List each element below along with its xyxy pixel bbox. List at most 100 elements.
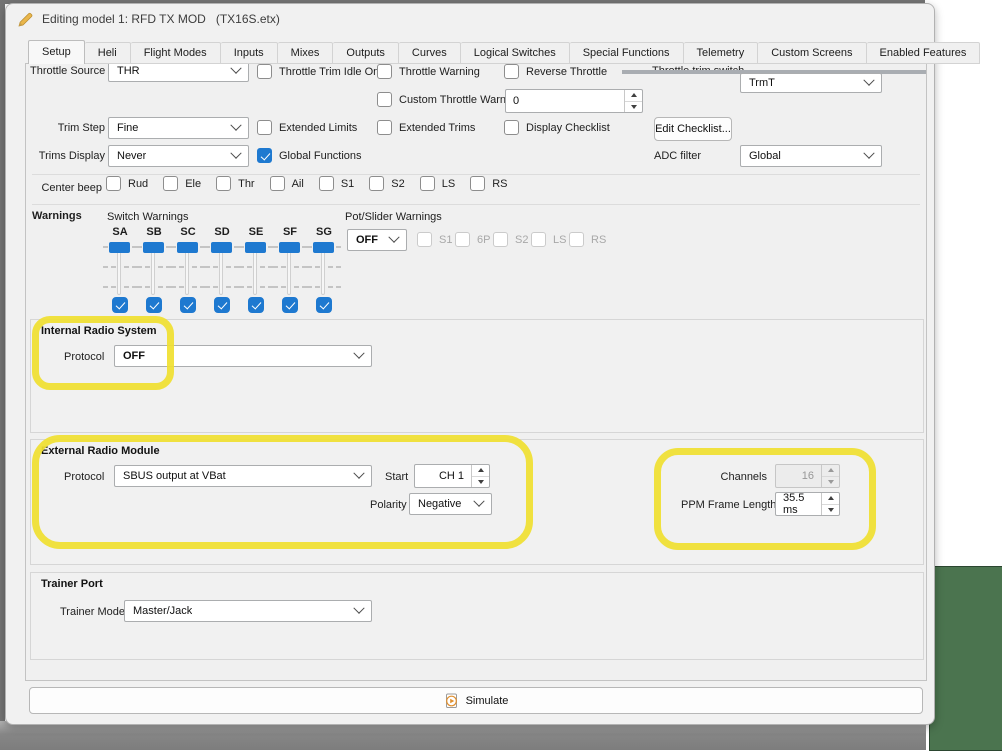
- switch-warning-checkbox[interactable]: [282, 297, 298, 313]
- slider-handle[interactable]: [313, 242, 334, 253]
- switch-warning-checkbox[interactable]: [146, 297, 162, 313]
- center-beep-thr-checkbox[interactable]: Thr: [216, 176, 255, 191]
- switch-position-slider[interactable]: [239, 241, 273, 297]
- start-channel-spinner[interactable]: CH 1: [414, 464, 490, 488]
- spinner-arrows[interactable]: [821, 493, 839, 515]
- tab-flight-modes[interactable]: Flight Modes: [130, 42, 221, 64]
- switch-position-slider[interactable]: [103, 241, 137, 297]
- tab-inputs[interactable]: Inputs: [220, 42, 278, 64]
- tab-mixes[interactable]: Mixes: [277, 42, 334, 64]
- polarity-select[interactable]: Negative: [409, 493, 492, 515]
- custom-throttle-warning-spinner[interactable]: 0: [505, 89, 643, 113]
- edit-checklist-button[interactable]: Edit Checklist...: [654, 117, 732, 141]
- tab-curves[interactable]: Curves: [398, 42, 461, 64]
- extended-limits-checkbox[interactable]: Extended Limits: [257, 120, 357, 135]
- throttle-warning-checkbox[interactable]: Throttle Warning: [377, 64, 480, 79]
- center-beep-ls-checkbox[interactable]: LS: [419, 176, 455, 191]
- checkbox-icon: [216, 176, 232, 191]
- slider-handle[interactable]: [245, 242, 266, 253]
- pot-warning-ls-checkbox[interactable]: LS: [531, 232, 566, 247]
- tab-enabled-features[interactable]: Enabled Features: [866, 42, 981, 64]
- slider-handle[interactable]: [109, 242, 130, 253]
- ppm-frame-length-spinner[interactable]: 35.5 ms: [775, 492, 840, 516]
- center-beep-s1-checkbox[interactable]: S1: [318, 176, 354, 191]
- slider-handle[interactable]: [279, 242, 300, 253]
- switch-position-slider[interactable]: [171, 241, 205, 297]
- adc-filter-select[interactable]: Global: [740, 145, 882, 167]
- pot-warnings-mode-select[interactable]: OFF: [347, 229, 407, 251]
- tab-telemetry[interactable]: Telemetry: [683, 42, 759, 64]
- extended-trims-checkbox[interactable]: Extended Trims: [377, 120, 475, 135]
- spin-down-icon[interactable]: [472, 475, 489, 488]
- tab-custom-screens[interactable]: Custom Screens: [758, 42, 867, 64]
- switch-position-slider[interactable]: [205, 241, 239, 297]
- spin-up-icon[interactable]: [625, 90, 642, 101]
- simulate-button[interactable]: Simulate: [29, 687, 923, 714]
- throttle-source-label: Throttle Source: [30, 65, 106, 77]
- pot-warning-6p-checkbox[interactable]: 6P: [455, 232, 490, 247]
- spin-up-icon[interactable]: [822, 493, 839, 504]
- checkbox-icon: [377, 92, 392, 107]
- throttle-source-select[interactable]: THR: [108, 64, 249, 82]
- center-beep-s2-checkbox[interactable]: S2: [369, 176, 405, 191]
- pot-warning-rs-checkbox[interactable]: RS: [569, 232, 606, 247]
- checkbox-label: Extended Limits: [279, 121, 358, 134]
- external-protocol-select[interactable]: SBUS output at VBat: [114, 465, 372, 487]
- switch-position-slider[interactable]: [273, 241, 307, 297]
- switch-warning-checkbox[interactable]: [180, 297, 196, 313]
- chevron-down-icon: [353, 347, 365, 359]
- tab-heli[interactable]: Heli: [84, 42, 131, 64]
- model-editor-window: Editing model 1: RFD TX MOD (TX16S.etx) …: [5, 3, 981, 725]
- tab-logical-switches[interactable]: Logical Switches: [460, 42, 570, 64]
- center-beep-ele-checkbox[interactable]: Ele: [163, 176, 201, 191]
- tab-special-functions[interactable]: Special Functions: [569, 42, 684, 64]
- slider-handle[interactable]: [177, 242, 198, 253]
- internal-protocol-select[interactable]: OFF: [114, 345, 372, 367]
- button-label: Edit Checklist...: [655, 123, 731, 135]
- reverse-throttle-checkbox[interactable]: Reverse Throttle: [504, 64, 607, 79]
- throttle-trim-idle-checkbox[interactable]: Throttle Trim Idle Only: [257, 64, 387, 79]
- custom-throttle-warning-checkbox[interactable]: Custom Throttle Warning: [377, 92, 521, 107]
- chevron-down-icon: [230, 147, 242, 159]
- pot-slider-warnings-label: Pot/Slider Warnings: [345, 211, 442, 223]
- global-functions-checkbox[interactable]: Global Functions: [257, 148, 362, 163]
- tab-outputs[interactable]: Outputs: [333, 42, 399, 64]
- switch-position-slider[interactable]: [307, 241, 341, 297]
- spin-down-icon[interactable]: [625, 100, 642, 113]
- switch-warning-column-se: SE: [239, 226, 273, 316]
- pot-warning-s2-checkbox[interactable]: S2: [493, 232, 528, 247]
- tab-setup[interactable]: Setup: [28, 40, 85, 64]
- switch-warning-checkbox[interactable]: [214, 297, 230, 313]
- separator: [32, 174, 920, 175]
- slider-track: [117, 250, 121, 295]
- trims-display-select[interactable]: Never: [108, 145, 249, 167]
- trim-step-select[interactable]: Fine: [108, 117, 249, 139]
- chevron-down-icon: [473, 495, 485, 507]
- spin-up-icon[interactable]: [822, 465, 839, 476]
- spin-down-icon[interactable]: [822, 475, 839, 488]
- spin-up-icon[interactable]: [472, 465, 489, 476]
- channels-spinner[interactable]: 16: [775, 464, 840, 488]
- spin-down-icon[interactable]: [822, 503, 839, 516]
- switch-warning-checkbox[interactable]: [248, 297, 264, 313]
- spinner-arrows[interactable]: [471, 465, 489, 487]
- pot-warning-s1-checkbox[interactable]: S1: [417, 232, 452, 247]
- center-beep-rs-checkbox[interactable]: RS: [470, 176, 508, 191]
- slider-handle[interactable]: [211, 242, 232, 253]
- pot-warnings-mode-value: OFF: [356, 234, 378, 246]
- switch-warning-checkbox[interactable]: [316, 297, 332, 313]
- checkbox-icon: [163, 176, 179, 191]
- throttle-trim-switch-select[interactable]: TrmT: [740, 73, 882, 93]
- trainer-mode-select[interactable]: Master/Jack: [124, 600, 372, 622]
- center-beep-rud-checkbox[interactable]: Rud: [106, 176, 148, 191]
- switch-warning-checkbox[interactable]: [112, 297, 128, 313]
- slider-handle[interactable]: [143, 242, 164, 253]
- throttle-source-value: THR: [117, 64, 140, 77]
- switch-position-slider[interactable]: [137, 241, 171, 297]
- spinner-arrows[interactable]: [624, 90, 642, 112]
- spinner-arrows[interactable]: [821, 465, 839, 487]
- title-bar: Editing model 1: RFD TX MOD (TX16S.etx): [6, 4, 934, 34]
- switch-warning-column-sf: SF: [273, 226, 307, 316]
- display-checklist-checkbox[interactable]: Display Checklist: [504, 120, 610, 135]
- center-beep-ail-checkbox[interactable]: Ail: [269, 176, 304, 191]
